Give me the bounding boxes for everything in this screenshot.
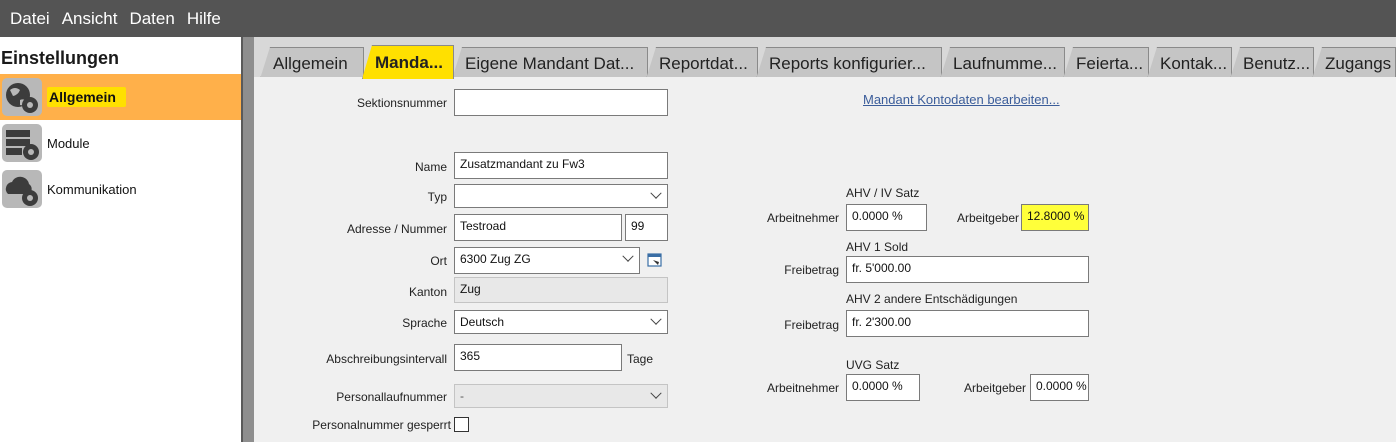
name-input[interactable]: Zusatzmandant zu Fw3 — [454, 152, 668, 179]
tab-reports-konfigurieren[interactable]: Reports konfigurier... — [756, 47, 942, 79]
splitter[interactable] — [241, 37, 254, 442]
main-content: Allgemein Manda... Eigene Mandant Dat...… — [254, 37, 1396, 442]
personallauf-select: - — [454, 384, 668, 408]
sprache-label: Sprache — [402, 316, 447, 330]
ahv1-freibetrag-label: Freibetrag — [784, 263, 839, 277]
server-gear-icon — [2, 124, 42, 162]
chevron-down-icon — [622, 250, 634, 262]
tab-laufnummern[interactable]: Laufnumme... — [940, 47, 1065, 79]
ahv2-freibetrag-input[interactable]: fr. 2'300.00 — [846, 310, 1089, 337]
ahv-arbeitgeber-label: Arbeitgeber — [956, 211, 1019, 225]
name-label: Name — [414, 160, 447, 174]
menu-hilfe[interactable]: Hilfe — [181, 9, 227, 29]
mandant-panel: Sektionsnummer Name Zusatzmandant zu Fw3… — [254, 77, 1396, 442]
tab-zugangsdaten[interactable]: Zugangs — [1312, 47, 1396, 79]
ahv-iv-title: AHV / IV Satz — [846, 186, 920, 200]
adresse-label: Adresse / Nummer — [346, 222, 447, 236]
uvg-arbeitgeber-input[interactable]: 0.0000 % — [1030, 374, 1089, 401]
kanton-field: Zug — [454, 277, 668, 303]
sidebar-title: Einstellungen — [1, 48, 120, 68]
ahv-arbeitnehmer-input[interactable]: 0.0000 % — [846, 204, 927, 231]
chevron-down-icon — [650, 313, 662, 325]
tab-kontakte[interactable]: Kontak... — [1147, 47, 1232, 79]
sidebar-item-module[interactable]: Module — [0, 120, 241, 166]
typ-select[interactable] — [454, 184, 668, 208]
ahv2-freibetrag-label: Freibetrag — [784, 318, 839, 332]
menu-datei[interactable]: Datei — [4, 9, 56, 29]
menu-bar: Datei Ansicht Daten Hilfe — [0, 0, 1396, 37]
kontodaten-link[interactable]: Mandant Kontodaten bearbeiten... — [863, 92, 1060, 107]
ahv-arbeitgeber-input[interactable]: 12.8000 % — [1021, 204, 1089, 231]
personallauf-value: - — [460, 389, 464, 403]
globe-gear-icon — [2, 78, 42, 116]
tab-feiertage[interactable]: Feierta... — [1063, 47, 1149, 79]
typ-label: Typ — [427, 190, 447, 204]
cloud-gear-icon — [2, 170, 42, 208]
menu-daten[interactable]: Daten — [123, 9, 180, 29]
tab-eigene-mandant-daten[interactable]: Eigene Mandant Dat... — [452, 47, 648, 79]
sprache-value: Deutsch — [460, 315, 505, 329]
tab-bar: Allgemein Manda... Eigene Mandant Dat...… — [254, 43, 1396, 79]
uvg-arbeitnehmer-label: Arbeitnehmer — [766, 381, 839, 395]
sidebar: Einstellungen Allgemein Module Kommunika… — [0, 37, 241, 442]
tab-mandant[interactable]: Manda... — [362, 45, 454, 79]
sidebar-item-kommunikation[interactable]: Kommunikation — [0, 166, 241, 212]
uvg-arbeitgeber-label: Arbeitgeber — [963, 381, 1026, 395]
ort-select[interactable]: 6300 Zug ZG — [454, 247, 640, 274]
adresse-input[interactable]: Testroad — [454, 214, 622, 241]
ahv-arbeitnehmer-label: Arbeitnehmer — [766, 211, 839, 225]
abschreibung-input[interactable]: 365 — [454, 344, 622, 371]
uvg-title: UVG Satz — [846, 358, 900, 372]
ort-value: 6300 Zug ZG — [460, 252, 531, 266]
ahv2-title: AHV 2 andere Entschädigungen — [846, 292, 1018, 306]
nummer-input[interactable]: 99 — [625, 214, 668, 241]
sidebar-item-allgemein[interactable]: Allgemein — [0, 74, 241, 120]
personallauf-label: Personallaufnummer — [336, 390, 447, 404]
ort-label: Ort — [430, 254, 447, 268]
abschreibung-unit: Tage — [627, 352, 654, 366]
chevron-down-icon — [650, 387, 662, 399]
gesperrt-label: Personalnummer gesperrt — [312, 418, 451, 432]
edit-location-icon[interactable] — [647, 252, 663, 268]
tab-reportdaten[interactable]: Reportdat... — [646, 47, 758, 79]
sektionsnummer-label: Sektionsnummer — [356, 96, 447, 110]
kanton-label: Kanton — [408, 285, 447, 299]
sektionsnummer-input[interactable] — [454, 89, 668, 116]
sprache-select[interactable]: Deutsch — [454, 310, 668, 334]
sidebar-item-label: Module — [47, 135, 90, 151]
sidebar-item-label: Kommunikation — [47, 181, 137, 197]
gesperrt-checkbox[interactable] — [454, 417, 469, 432]
tab-allgemein[interactable]: Allgemein — [260, 47, 364, 79]
ahv1-title: AHV 1 Sold — [846, 240, 909, 254]
tab-benutzer[interactable]: Benutz... — [1230, 47, 1314, 79]
ahv1-freibetrag-input[interactable]: fr. 5'000.00 — [846, 256, 1089, 283]
uvg-arbeitnehmer-input[interactable]: 0.0000 % — [846, 374, 920, 401]
chevron-down-icon — [650, 187, 662, 199]
abschreibung-label: Abschreibungsintervall — [326, 352, 447, 366]
menu-ansicht[interactable]: Ansicht — [56, 9, 124, 29]
sidebar-item-label: Allgemein — [47, 87, 126, 107]
